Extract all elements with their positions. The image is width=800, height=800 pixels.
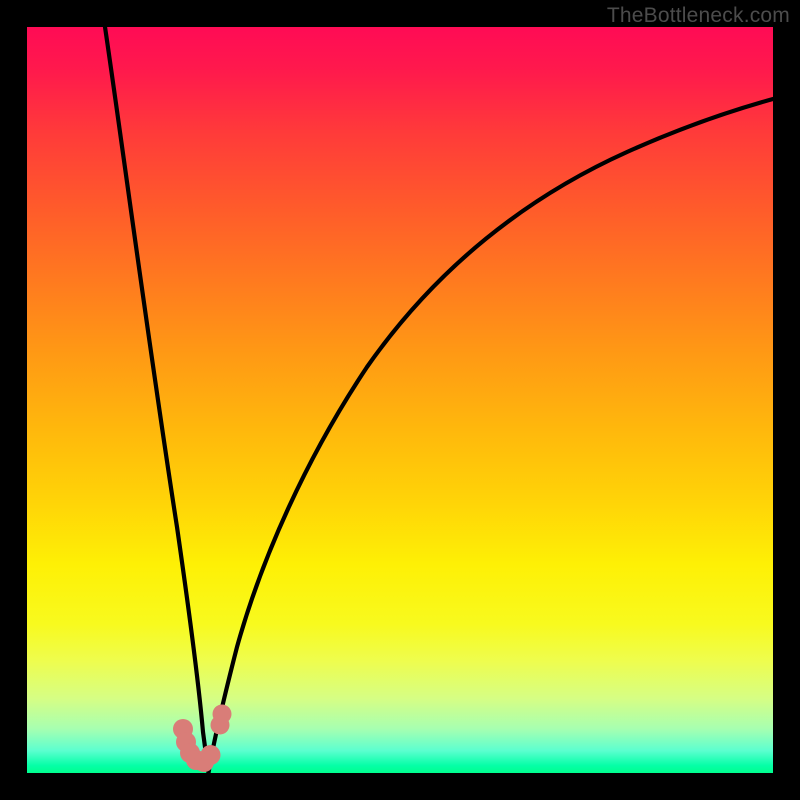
curve-left bbox=[105, 27, 209, 773]
chart-frame: TheBottleneck.com bbox=[0, 0, 800, 800]
curve-right bbox=[209, 99, 774, 773]
curve-overlay bbox=[27, 27, 773, 773]
attribution-label: TheBottleneck.com bbox=[607, 4, 790, 28]
plot-area bbox=[27, 27, 773, 773]
